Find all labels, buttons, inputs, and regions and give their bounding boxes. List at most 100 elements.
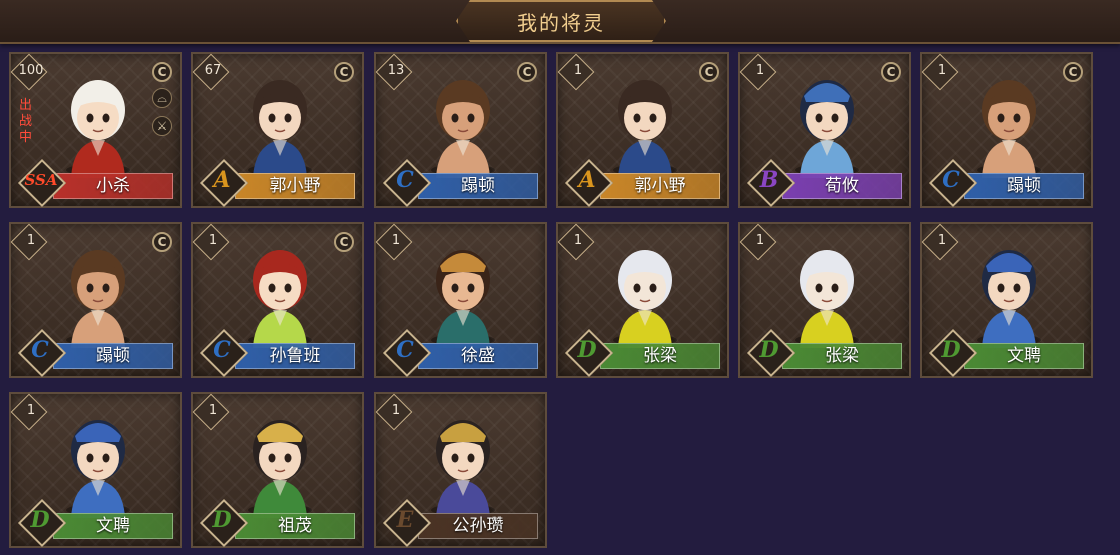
currency-c-icon[interactable]: C <box>334 232 354 252</box>
general-portrait <box>964 236 1054 348</box>
rank-letter: B <box>759 167 779 193</box>
general-card[interactable]: 1 C 蹋顿 C <box>9 222 182 378</box>
rank-letter: A <box>578 167 596 193</box>
general-name: 蹋顿 <box>418 173 538 199</box>
general-name: 荀攸 <box>782 173 902 199</box>
level-text: 1 <box>937 233 947 248</box>
general-card[interactable]: 1 徐盛 C <box>374 222 547 378</box>
level-text: 1 <box>573 63 583 78</box>
general-card[interactable]: 1 文聘 D <box>920 222 1093 378</box>
general-card[interactable]: 1 张梁 D <box>738 222 911 378</box>
rank-letter: D <box>577 337 597 363</box>
level-text: 100 <box>18 63 44 78</box>
general-name: 蹋顿 <box>53 343 173 369</box>
general-card[interactable]: 1 文聘 D <box>9 392 182 548</box>
general-portrait-svg <box>66 80 130 178</box>
general-card[interactable]: 1 C 荀攸 B <box>738 52 911 208</box>
general-portrait <box>418 236 508 348</box>
general-card[interactable]: 1 C 郭小野 A <box>556 52 729 208</box>
general-name: 郭小野 <box>600 173 720 199</box>
general-card[interactable]: 1 C 孙鲁班 C <box>191 222 364 378</box>
general-name: 张梁 <box>600 343 720 369</box>
general-portrait-svg <box>795 80 859 178</box>
general-card[interactable]: 1 张梁 D <box>556 222 729 378</box>
currency-c-icon[interactable]: C <box>699 62 719 82</box>
general-portrait-svg <box>613 80 677 178</box>
level-text: 1 <box>26 233 36 248</box>
general-name: 文聘 <box>53 513 173 539</box>
rank-letter: D <box>941 337 961 363</box>
general-portrait <box>53 66 143 178</box>
general-name: 文聘 <box>964 343 1084 369</box>
general-portrait <box>782 236 872 348</box>
rank-letter: E <box>396 507 414 533</box>
helmet <box>440 253 486 272</box>
general-portrait-svg <box>66 250 130 348</box>
general-portrait-svg <box>977 80 1041 178</box>
general-card[interactable]: 1 祖茂 D <box>191 392 364 548</box>
rank-letter: C <box>942 167 960 193</box>
level-text: 1 <box>937 63 947 78</box>
general-portrait <box>53 236 143 348</box>
deploy-status-label: 出战中 <box>19 98 33 145</box>
level-text: 1 <box>391 403 401 418</box>
helmet <box>986 253 1032 272</box>
rank-letter: C <box>213 337 231 363</box>
rank-letter: D <box>212 507 232 533</box>
currency-c-icon[interactable]: C <box>517 62 537 82</box>
level-text: 1 <box>208 403 218 418</box>
general-portrait <box>235 406 325 518</box>
currency-c-icon[interactable]: C <box>881 62 901 82</box>
helmet <box>75 423 121 442</box>
currency-c-icon[interactable]: C <box>334 62 354 82</box>
general-portrait <box>53 406 143 518</box>
general-card[interactable]: 13 C 蹋顿 C <box>374 52 547 208</box>
rank-letter: A <box>213 167 231 193</box>
general-portrait-svg <box>431 250 495 348</box>
general-portrait-svg <box>248 420 312 518</box>
general-spirit-grid: 100 C 小杀 SSA 出战中 ⌓ ⚔ 67 C 郭小野 A 13 C 蹋顿 … <box>0 0 1120 555</box>
general-name: 祖茂 <box>235 513 355 539</box>
general-portrait <box>235 236 325 348</box>
general-card[interactable]: 1 公孙瓒 E <box>374 392 547 548</box>
general-portrait <box>600 236 690 348</box>
general-name: 蹋顿 <box>964 173 1084 199</box>
level-text: 1 <box>755 233 765 248</box>
general-name: 孙鲁班 <box>235 343 355 369</box>
helmet <box>440 423 486 442</box>
general-portrait <box>600 66 690 178</box>
rank-letter: C <box>31 337 49 363</box>
helmet <box>257 423 303 442</box>
general-portrait-svg <box>248 80 312 178</box>
currency-c-icon[interactable]: C <box>152 62 172 82</box>
general-name: 郭小野 <box>235 173 355 199</box>
level-text: 1 <box>573 233 583 248</box>
level-text: 1 <box>208 233 218 248</box>
rank-letter: C <box>396 167 414 193</box>
general-name: 公孙瓒 <box>418 513 538 539</box>
level-text: 67 <box>204 63 222 78</box>
general-portrait-svg <box>248 250 312 348</box>
general-card[interactable]: 1 C 蹋顿 C <box>920 52 1093 208</box>
currency-c-icon[interactable]: C <box>152 232 172 252</box>
general-name: 张梁 <box>782 343 902 369</box>
general-portrait <box>418 406 508 518</box>
hat-icon[interactable]: ⌓ <box>152 88 172 108</box>
general-portrait-svg <box>431 80 495 178</box>
rank-letter: D <box>759 337 779 363</box>
sword-icon[interactable]: ⚔ <box>152 116 172 136</box>
general-name: 徐盛 <box>418 343 538 369</box>
general-portrait-svg <box>66 420 130 518</box>
general-portrait <box>782 66 872 178</box>
general-portrait <box>235 66 325 178</box>
general-portrait <box>964 66 1054 178</box>
helmet <box>804 83 850 102</box>
general-name: 小杀 <box>53 173 173 199</box>
rank-letter: SSA <box>24 171 58 189</box>
level-text: 1 <box>391 233 401 248</box>
currency-c-icon[interactable]: C <box>1063 62 1083 82</box>
rank-letter: D <box>30 507 50 533</box>
general-portrait-svg <box>613 250 677 348</box>
general-card[interactable]: 67 C 郭小野 A <box>191 52 364 208</box>
general-card[interactable]: 100 C 小杀 SSA 出战中 ⌓ ⚔ <box>9 52 182 208</box>
